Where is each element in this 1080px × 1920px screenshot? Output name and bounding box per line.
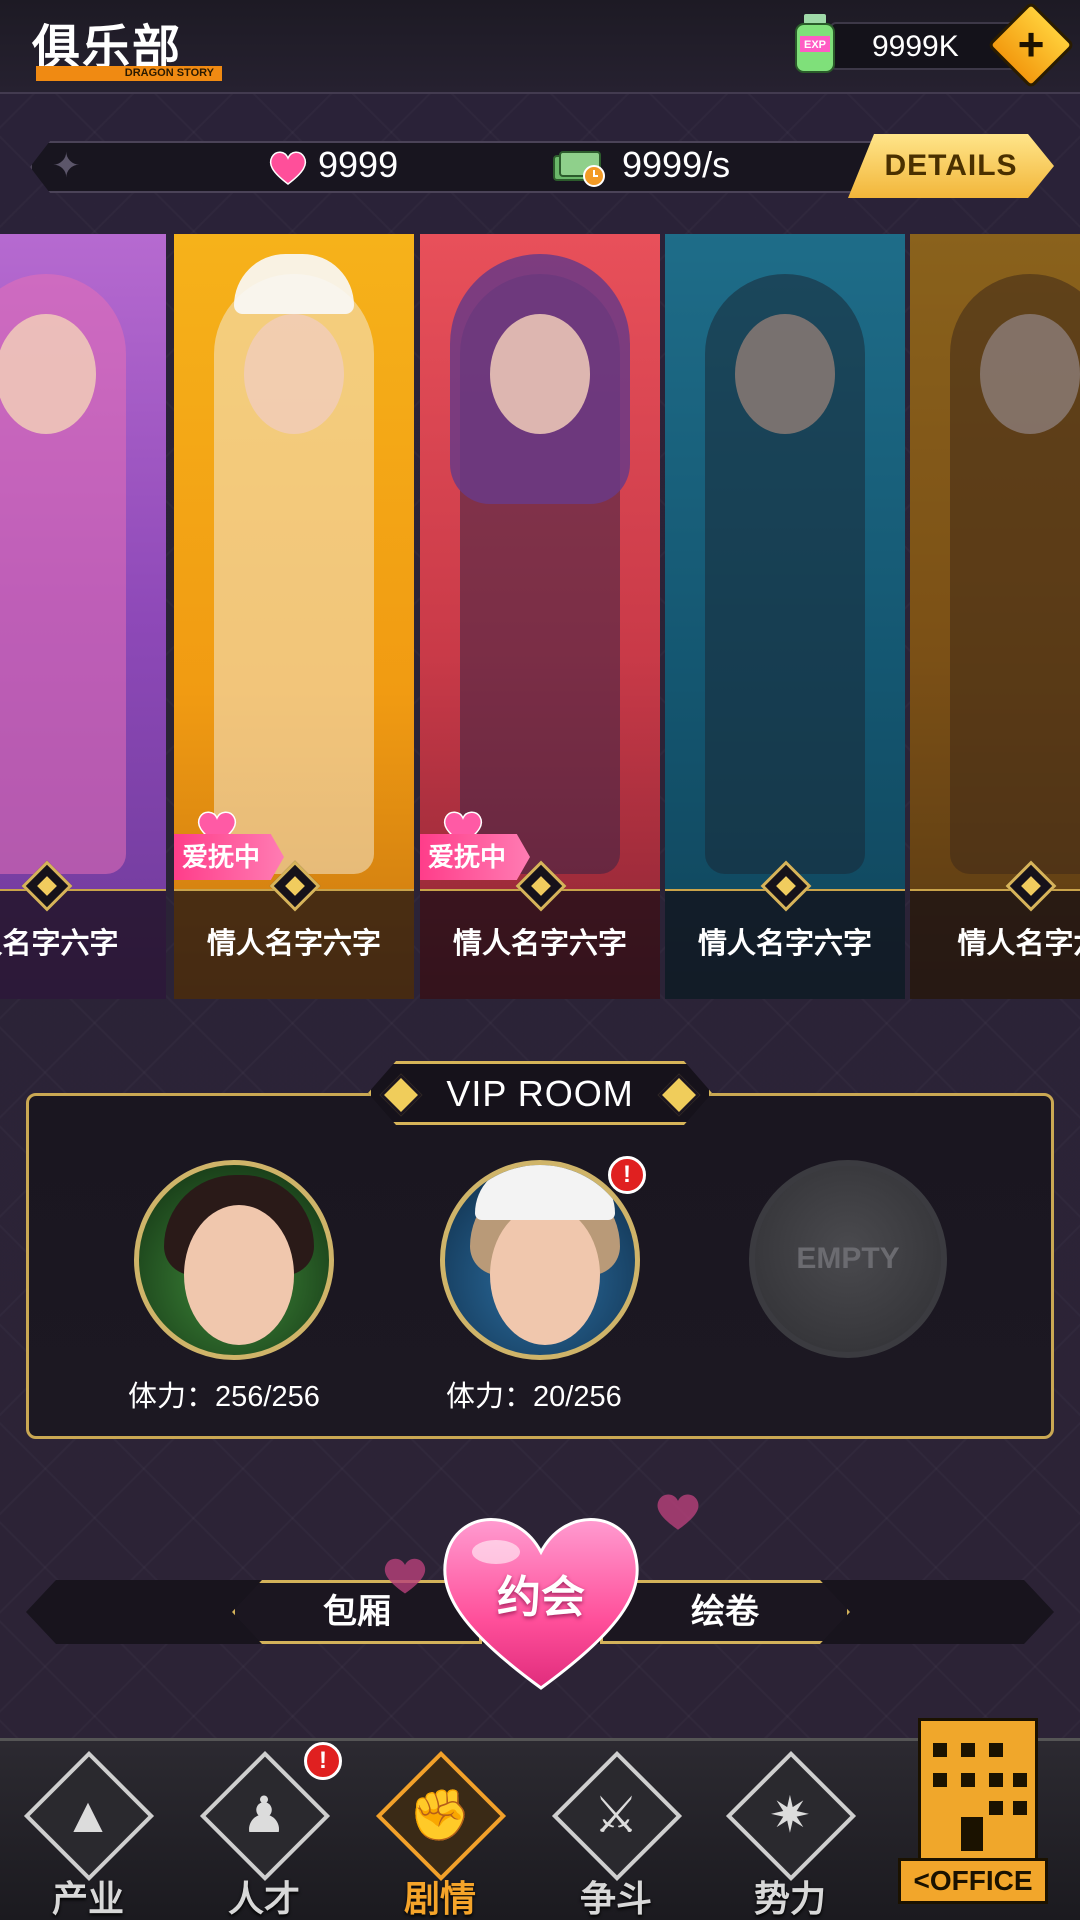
office-label: <OFFICE [898, 1858, 1048, 1904]
character-face [244, 314, 344, 434]
nav-item-industry[interactable]: ▲ 产业 [18, 1748, 158, 1920]
vip-slot-avatar[interactable] [134, 1160, 334, 1360]
lover-card[interactable]: 人名字六字 [0, 234, 166, 999]
industry-icon: ▲ [63, 1787, 113, 1843]
caress-status-badge: 爱抚中 [420, 834, 530, 880]
lover-card[interactable]: 爱抚中 情人名字六字 [420, 234, 660, 999]
lover-name: 情人名字六字 [697, 928, 872, 960]
vip-slot-avatar[interactable] [440, 1160, 640, 1360]
character-face [0, 314, 96, 434]
lover-card[interactable]: 爱抚中 情人名字六字 [174, 234, 414, 999]
nav-item-fight[interactable]: ⚔ 争斗 [546, 1748, 686, 1920]
exp-value: 9999K [872, 30, 959, 63]
details-button[interactable]: DETAILS [848, 134, 1054, 198]
character-face [184, 1205, 294, 1345]
caress-status-badge: 爱抚中 [174, 834, 284, 880]
heart-icon [657, 1494, 699, 1530]
add-exp-button[interactable]: + [1000, 14, 1062, 76]
lover-name: 情人名字六字 [452, 928, 627, 960]
captain-hat [475, 1165, 615, 1220]
heart-icon [269, 151, 307, 185]
lover-name: 情人名字六字 [206, 928, 381, 960]
stamina-label: 体力：256/256 [128, 1381, 320, 1413]
cash-rate: 9999/s [622, 144, 731, 185]
date-button[interactable]: 约会 [436, 1561, 646, 1625]
game-subtitle-banner: DRAGON STORY [36, 66, 222, 81]
lover-name: 情人名字六 [957, 928, 1080, 960]
vip-room-title: VIP ROOM [446, 1073, 634, 1114]
story-fist-icon: ✊ [408, 1787, 472, 1843]
character-face [490, 1205, 600, 1345]
hearts-count: 9999 [318, 144, 399, 185]
vip-slot-empty[interactable]: EMPTY [749, 1160, 947, 1358]
cash-icon [553, 151, 605, 187]
talent-icon: ♟ [241, 1787, 287, 1843]
nav-item-power[interactable]: ✷ 势力 [720, 1748, 860, 1920]
power-knuckles-icon: ✷ [769, 1787, 811, 1843]
nav-item-story[interactable]: ✊ 剧情 [370, 1748, 510, 1920]
heart-icon [384, 1558, 426, 1594]
stamina-label: 体力：20/256 [446, 1381, 622, 1413]
star-icon: ✦ [52, 147, 81, 185]
fight-swords-icon: ⚔ [593, 1787, 639, 1843]
exp-bottle-icon: EXP [795, 14, 835, 73]
office-button[interactable]: <OFFICE [894, 1718, 1050, 1918]
svg-text:EXP: EXP [804, 39, 826, 51]
lover-name: 人名字六字 [0, 928, 119, 960]
lover-card-locked[interactable]: 情人名字六字 [665, 234, 905, 999]
character-face [490, 314, 590, 434]
office-building-icon [918, 1718, 1038, 1868]
resource-bar [30, 141, 910, 193]
nav-item-talent[interactable]: ♟ 人才 ! [194, 1742, 342, 1920]
lover-card-carousel[interactable]: 人名字六字 爱抚中 情人名字六字 爱抚中 情人名字六字 [0, 234, 1080, 999]
alert-badge: ! [304, 1742, 342, 1780]
lover-card-locked[interactable]: 情人名字六 [910, 234, 1080, 999]
alert-badge: ! [608, 1156, 646, 1194]
